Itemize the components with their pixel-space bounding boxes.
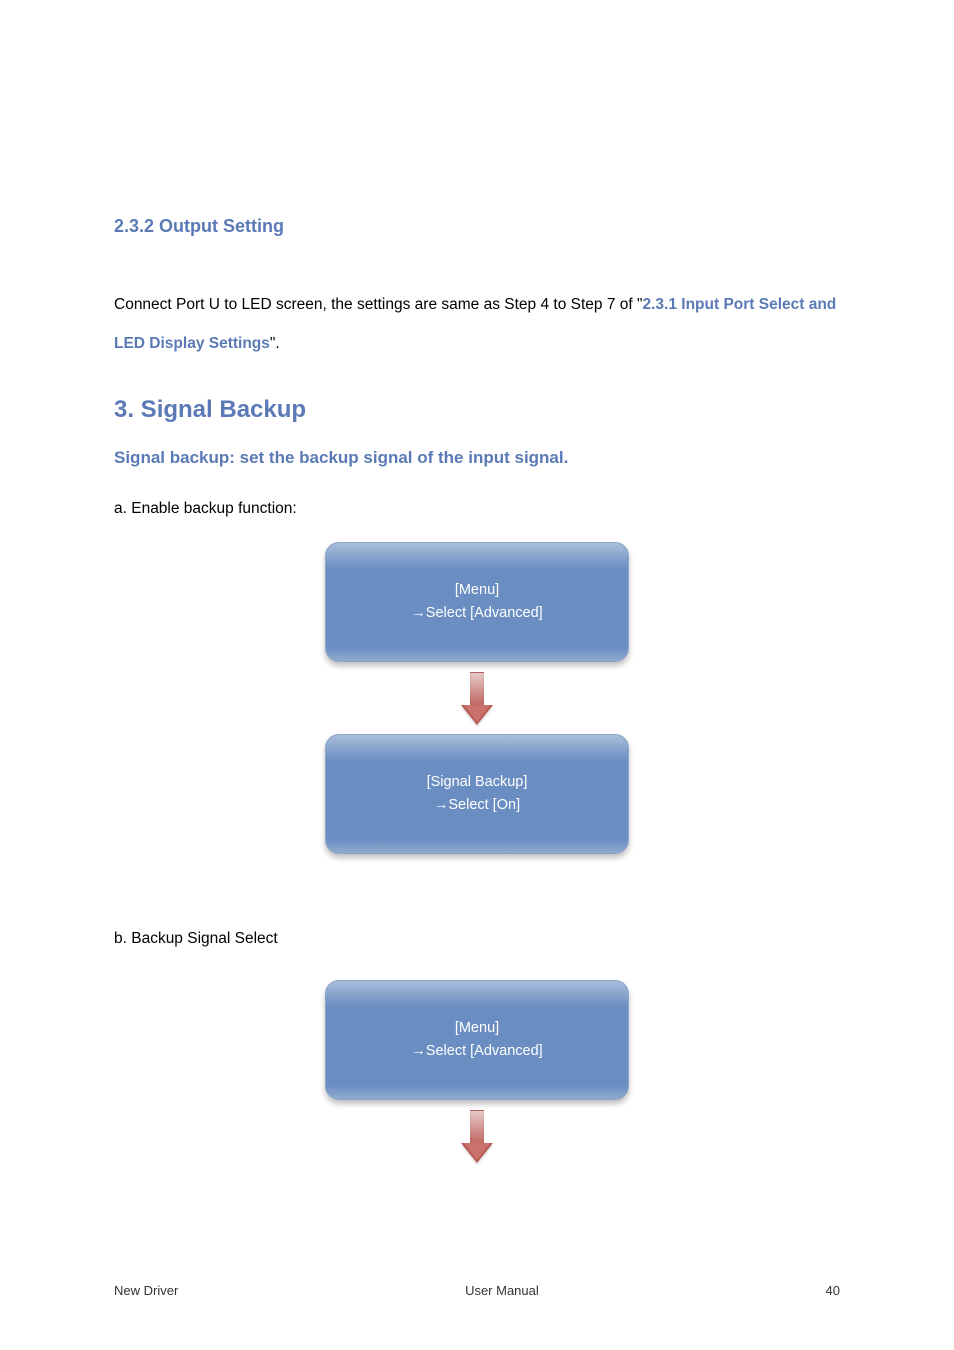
arrow-down-icon <box>465 672 489 724</box>
flowchart-b: [Menu] →Select [Advanced] <box>300 980 654 1172</box>
footer-left: New Driver <box>114 1283 178 1298</box>
signal-backup-description: Signal backup: set the backup signal of … <box>114 448 568 468</box>
footer-page-number: 40 <box>826 1283 840 1298</box>
paragraph-prefix: Connect Port U to LED screen, the settin… <box>114 296 642 313</box>
footer-center: User Manual <box>465 1283 539 1298</box>
flow-b-caption: b. Backup Signal Select <box>114 930 278 948</box>
arrow-down-icon <box>465 1110 489 1162</box>
page-footer: New Driver User Manual 40 <box>114 1283 840 1298</box>
flow-box-line: →Select [Advanced] <box>411 1040 542 1063</box>
flow-box-signal-backup-on: [Signal Backup] →Select [On] <box>325 734 629 854</box>
chapter-heading: 3. Signal Backup <box>114 396 306 424</box>
flow-box-menu-advanced: [Menu] →Select [Advanced] <box>325 980 629 1100</box>
flow-a-caption: a. Enable backup function: <box>114 500 297 518</box>
section-heading: 2.3.2 Output Setting <box>114 216 284 237</box>
flow-box-line: →Select [On] <box>434 794 520 817</box>
flow-arrow-down <box>300 1110 654 1162</box>
flow-box-line: →Select [Advanced] <box>411 602 542 625</box>
paragraph: Connect Port U to LED screen, the settin… <box>114 286 844 364</box>
flow-box-line: [Menu] <box>455 1017 499 1040</box>
paragraph-suffix: ". <box>270 335 280 352</box>
flow-box-line: [Signal Backup] <box>427 771 528 794</box>
flowchart-a: [Menu] →Select [Advanced] [Signal Backup… <box>300 542 654 854</box>
flow-box-line: [Menu] <box>455 579 499 602</box>
flow-box-menu-advanced: [Menu] →Select [Advanced] <box>325 542 629 662</box>
flow-arrow-down <box>300 672 654 724</box>
